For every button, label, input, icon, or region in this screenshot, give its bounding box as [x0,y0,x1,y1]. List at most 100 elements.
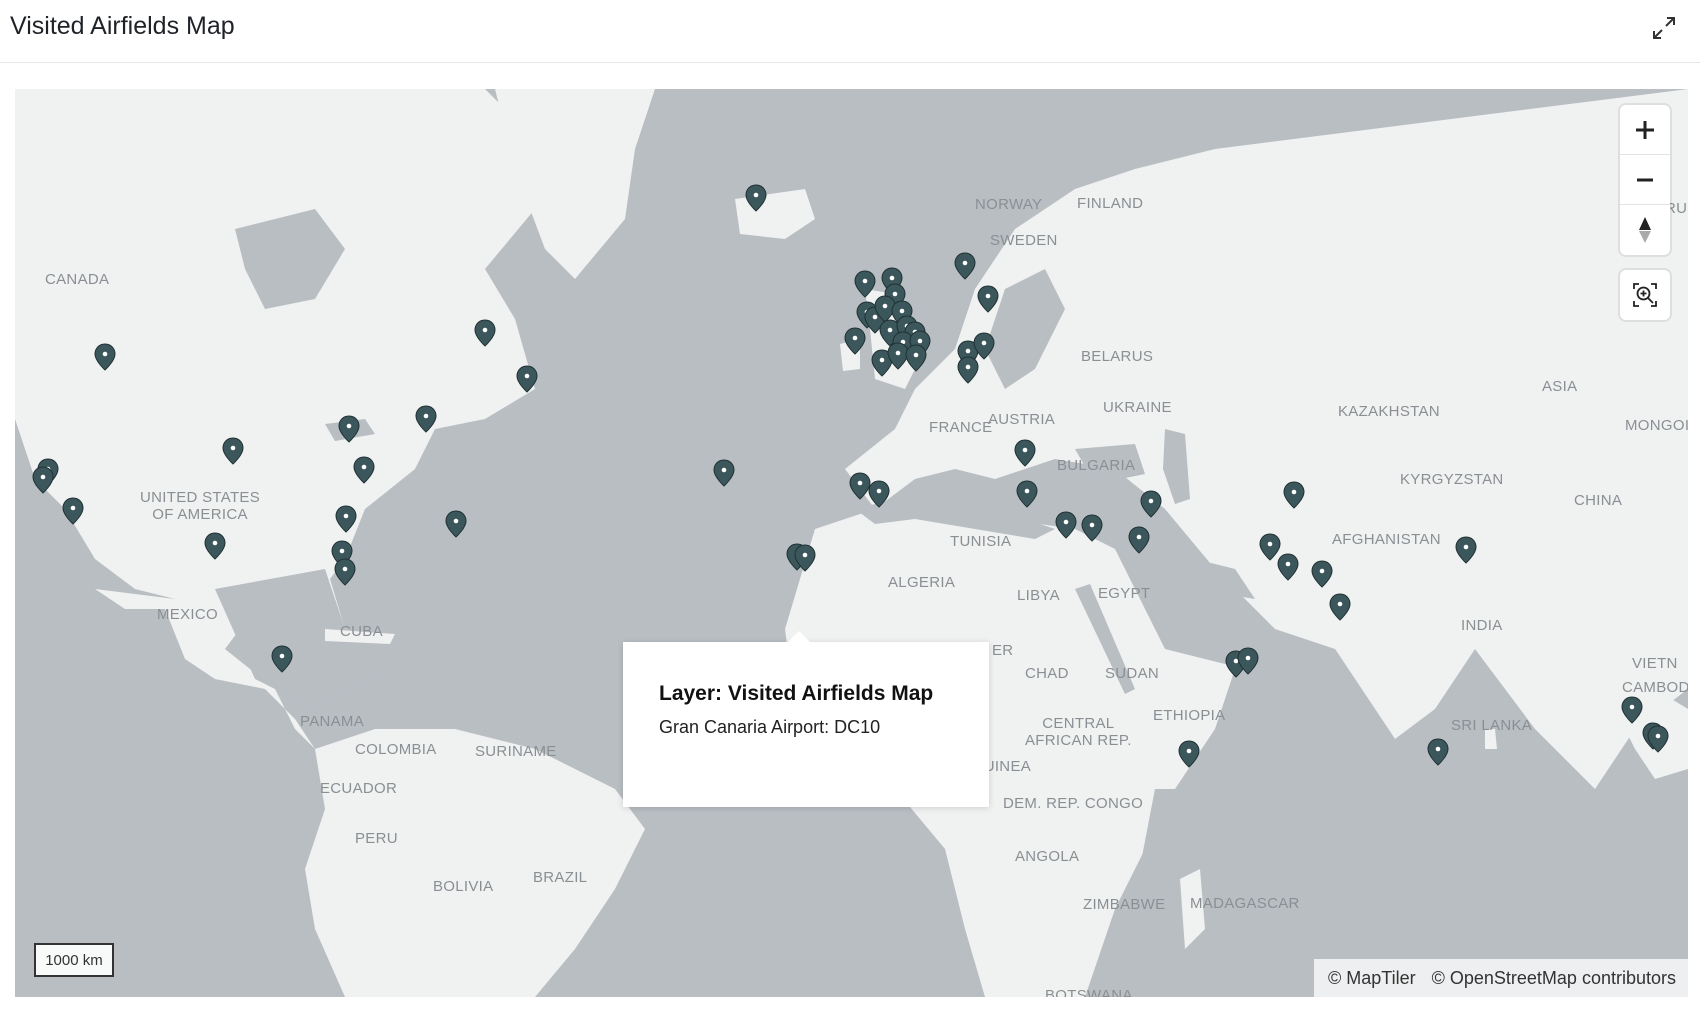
airfield-marker[interactable] [844,327,866,355]
label-ethiopia: ETHIOPIA [1153,707,1226,724]
label-chad: CHAD [1025,665,1069,682]
label-tunisia: TUNISIA [950,533,1012,550]
airfield-marker[interactable] [62,497,84,525]
label-france: FRANCE [929,419,993,436]
compass-button[interactable] [1620,205,1670,255]
label-bolivia: BOLIVIA [433,878,494,895]
label-suriname: SURINAME [475,743,557,760]
airfield-marker[interactable] [957,356,979,384]
airfield-marker[interactable] [1140,490,1162,518]
compass-icon [1639,217,1651,243]
airfield-marker[interactable] [338,415,360,443]
label-mongolia: MONGOI [1625,417,1688,434]
airfield-marker[interactable] [954,252,976,280]
label-ukraine: UKRAINE [1103,399,1172,416]
label-panama: PANAMA [300,713,365,730]
map-canvas[interactable]: CANADA UNITED STATES OF AMERICA MEXICO C… [15,89,1688,997]
label-finland: FINLAND [1077,195,1144,212]
expand-icon [1653,17,1675,39]
airfield-marker[interactable] [1427,738,1449,766]
map-attribution: © MapTiler © OpenStreetMap contributors [1314,959,1688,997]
label-zimbabwe: ZIMBABWE [1083,896,1166,913]
airfield-marker[interactable] [1178,740,1200,768]
label-kazakhstan: KAZAKHSTAN [1338,403,1440,420]
attribution-maptiler[interactable]: © MapTiler [1328,968,1416,989]
airfield-marker-selected[interactable] [794,544,816,572]
airfield-marker[interactable] [1016,480,1038,508]
feature-popup: Layer: Visited Airfields Map Gran Canari… [623,631,989,807]
label-india: INDIA [1461,617,1503,634]
label-belarus: BELARUS [1081,348,1154,365]
label-cambodia: CAMBOD [1622,679,1688,696]
airfield-marker[interactable] [1128,526,1150,554]
label-cuba: CUBA [340,623,383,640]
label-china: CHINA [1574,492,1623,509]
airfield-marker[interactable] [854,270,876,298]
airfield-marker[interactable] [1329,593,1351,621]
label-srilanka: SRI LANKA [1451,717,1533,734]
airfield-marker[interactable] [474,319,496,347]
label-canada: CANADA [45,271,110,288]
airfield-marker[interactable] [1081,514,1103,542]
airfield-marker[interactable] [516,365,538,393]
airfield-marker[interactable] [1055,511,1077,539]
label-austria: AUSTRIA [988,411,1056,428]
label-afghanistan: AFGHANISTAN [1332,531,1441,548]
airfield-marker[interactable] [222,437,244,465]
label-madagascar: MADAGASCAR [1190,895,1300,912]
label-brazil: BRAZIL [533,869,588,886]
airfield-marker[interactable] [271,645,293,673]
label-car: CENTRAL AFRICAN REP. [1025,715,1132,750]
popup-tip [788,631,810,642]
label-bulgaria: BULGARIA [1057,457,1136,474]
airfield-marker[interactable] [445,510,467,538]
airfield-marker[interactable] [334,558,356,586]
airfield-marker[interactable] [713,459,735,487]
zoom-to-fit-button[interactable] [1620,270,1670,320]
label-ecuador: ECUADOR [320,780,398,797]
airfield-marker[interactable] [1455,536,1477,564]
airfield-marker[interactable] [745,184,767,212]
airfield-marker[interactable] [1647,725,1669,753]
airfield-marker[interactable] [1014,439,1036,467]
label-kyrgyzstan: KYRGYZSTAN [1400,471,1504,488]
label-asia: ASIA [1542,378,1578,395]
airfield-marker[interactable] [415,405,437,433]
airfield-marker[interactable] [1311,560,1333,588]
airfield-marker[interactable] [1283,481,1305,509]
airfield-marker[interactable] [1277,553,1299,581]
plus-icon [1636,120,1654,139]
zoom-in-button[interactable] [1620,105,1670,155]
airfield-marker[interactable] [868,480,890,508]
scale-bar: 1000 km [34,943,114,977]
label-drc: DEM. REP. CONGO [1003,795,1144,812]
label-vietnam: VIETN [1632,655,1678,672]
label-botswana: BOTSWANA [1045,987,1133,997]
label-mexico: MEXICO [157,606,218,623]
airfield-marker[interactable] [204,532,226,560]
label-peru: PERU [355,830,398,847]
popup-body: Gran Canaria Airport: DC10 [659,717,881,737]
airfield-marker[interactable] [977,285,999,313]
label-norway: NORWAY [975,196,1043,213]
label-colombia: COLOMBIA [355,741,437,758]
airfield-marker[interactable] [32,466,54,494]
airfield-marker[interactable] [94,343,116,371]
airfield-marker[interactable] [335,505,357,533]
label-algeria: ALGERIA [888,574,956,591]
page-title: Visited Airfields Map [10,12,235,40]
expand-button[interactable] [1648,12,1680,44]
label-egypt: EGYPT [1098,585,1151,602]
airfield-marker[interactable] [905,344,927,372]
airfield-marker[interactable] [1237,647,1259,675]
label-angola: ANGOLA [1015,848,1080,865]
popup-title: Layer: Visited Airfields Map [659,682,934,705]
zoom-out-button[interactable] [1620,155,1670,205]
label-libya: LIBYA [1017,587,1060,604]
label-niger-partial: ER [992,642,1014,659]
label-usa: UNITED STATES OF AMERICA [140,489,261,524]
airfield-marker[interactable] [1621,696,1643,724]
airfield-marker[interactable] [353,456,375,484]
map-nav-controls [1620,105,1670,255]
attribution-osm[interactable]: © OpenStreetMap contributors [1432,968,1676,989]
